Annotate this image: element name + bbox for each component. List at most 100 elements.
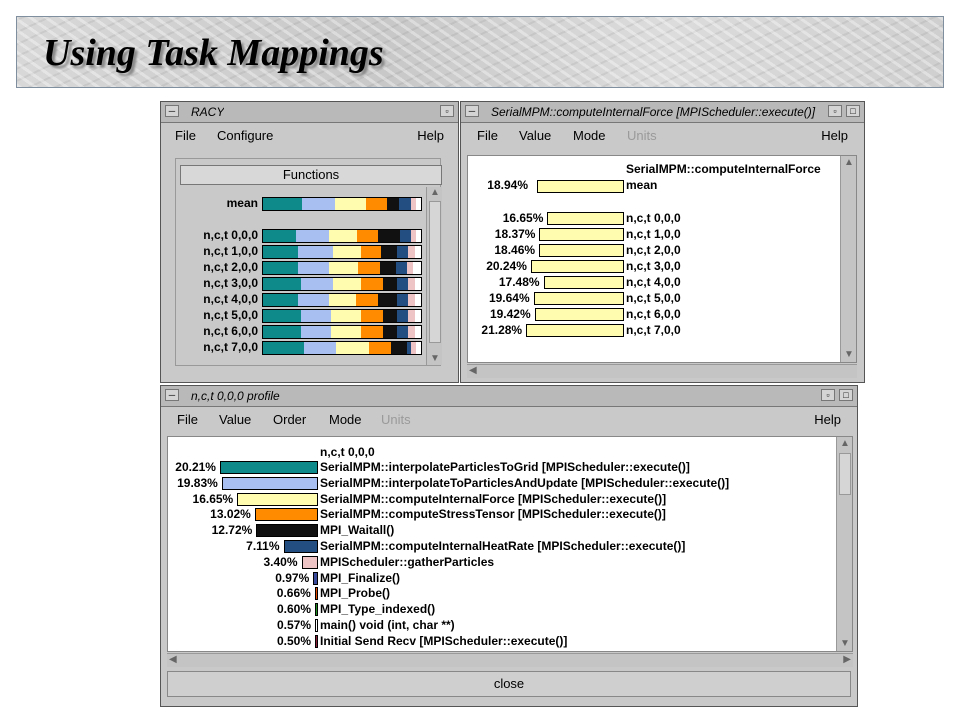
profile-row-label: main() void (int, char **)	[320, 618, 455, 632]
racy-bar-segment	[263, 230, 296, 242]
profile-scrollbar[interactable]: ▲ ▼	[836, 437, 852, 651]
function-row-bar[interactable]	[547, 212, 624, 225]
racy-stacked-bar[interactable]	[262, 197, 422, 211]
close-button[interactable]: close	[167, 671, 851, 697]
racy-stacked-bar[interactable]	[262, 229, 422, 243]
function-scrollbar[interactable]: ▲ ▼	[840, 156, 856, 362]
profile-row-percent: 0.50%	[276, 633, 311, 648]
function-row-bar[interactable]	[526, 324, 624, 337]
scroll-up-icon[interactable]: ▲	[844, 157, 854, 169]
function-titlebar[interactable]: ─ SerialMPM::computeInternalForce [MPISc…	[461, 102, 864, 123]
racy-scrollbar[interactable]: ▲ ▼	[426, 187, 442, 365]
profile-row-bar[interactable]	[219, 461, 318, 474]
profile-row-bar[interactable]	[313, 571, 318, 585]
function-row-label: n,c,t 4,0,0	[626, 275, 681, 289]
profile-row-bar[interactable]	[254, 508, 318, 522]
profile-row-bar[interactable]	[283, 540, 318, 553]
scroll-up-icon[interactable]: ▲	[430, 187, 440, 199]
racy-bar-segment	[263, 310, 301, 322]
racy-bar-segment	[329, 262, 358, 274]
scroll-down-icon[interactable]: ▼	[430, 353, 440, 365]
maximize-icon[interactable]: □	[839, 389, 853, 401]
function-row-bar[interactable]	[543, 276, 624, 289]
minimize-icon[interactable]: ▫	[821, 389, 835, 401]
profile-row-percent: 13.02%	[210, 507, 251, 522]
function-row-bar[interactable]	[539, 244, 624, 257]
racy-stacked-bar[interactable]	[262, 325, 422, 339]
profile-row-bar[interactable]	[237, 492, 318, 506]
menu-mode[interactable]: Mode	[329, 412, 362, 427]
profile-row-percent: 0.60%	[276, 602, 311, 617]
scroll-down-icon[interactable]: ▼	[840, 638, 850, 650]
menu-file[interactable]: File	[177, 412, 198, 427]
function-row-bar[interactable]	[539, 228, 624, 241]
racy-stacked-bar[interactable]	[262, 341, 422, 355]
scroll-thumb[interactable]	[429, 201, 441, 343]
racy-bar-segment	[395, 262, 407, 274]
function-hscrollbar[interactable]: ◀	[467, 364, 857, 378]
profile-bar-list: 20.21% SerialMPM::interpolateParticlesToG…	[168, 437, 836, 651]
profile-row-bar[interactable]	[221, 476, 318, 490]
window-menu-icon[interactable]: ─	[165, 105, 179, 117]
racy-stacked-bar[interactable]	[262, 293, 422, 307]
function-row-percent: 21.28%	[481, 323, 523, 337]
racy-bar-segment	[379, 262, 396, 274]
profile-hscrollbar[interactable]: ◀ ▶	[167, 653, 853, 667]
racy-bar-segment	[330, 310, 361, 322]
profile-row-bar[interactable]	[256, 524, 318, 538]
racy-bar-segment	[383, 310, 398, 322]
function-row-bar[interactable]	[533, 292, 624, 305]
menu-value[interactable]: Value	[519, 128, 551, 143]
racy-stacked-bar[interactable]	[262, 277, 422, 291]
racy-stacked-bar[interactable]	[262, 245, 422, 259]
profile-row-bar[interactable]	[301, 555, 318, 569]
profile-row-bar[interactable]	[315, 634, 318, 648]
menu-file[interactable]: File	[175, 128, 196, 143]
minimize-icon[interactable]: ▫	[828, 105, 842, 117]
menu-help[interactable]: Help	[821, 128, 848, 143]
profile-row-percent: 12.72%	[211, 523, 253, 538]
menu-mode[interactable]: Mode	[573, 128, 606, 143]
function-row-percent: 18.37%	[494, 227, 536, 241]
menu-help[interactable]: Help	[417, 128, 444, 143]
profile-row-bar[interactable]	[315, 603, 318, 617]
slide-banner: Using Task Mappings	[16, 16, 944, 88]
menu-configure[interactable]: Configure	[217, 128, 273, 143]
scroll-up-icon[interactable]: ▲	[840, 438, 850, 450]
menu-help[interactable]: Help	[814, 412, 841, 427]
menu-file[interactable]: File	[477, 128, 498, 143]
racy-row-label: mean	[226, 196, 258, 210]
scroll-thumb[interactable]	[839, 453, 851, 495]
racy-stacked-bar[interactable]	[262, 261, 422, 275]
scroll-left-icon[interactable]: ◀	[169, 654, 177, 666]
profile-row-bar[interactable]	[314, 587, 318, 601]
window-menu-icon[interactable]: ─	[165, 389, 179, 401]
minimize-icon[interactable]: ▫	[440, 105, 454, 117]
profile-row-label: SerialMPM::computeInternalHeatRate [MPIS…	[320, 539, 686, 553]
racy-stacked-bar[interactable]	[262, 309, 422, 323]
scroll-right-icon[interactable]: ▶	[843, 654, 851, 666]
racy-bar-segment	[330, 326, 361, 338]
menu-value[interactable]: Value	[219, 412, 251, 427]
racy-bar-segment	[335, 342, 369, 354]
racy-bar-segment	[263, 246, 298, 258]
racy-row-label: n,c,t 4,0,0	[203, 292, 258, 306]
maximize-icon[interactable]: □	[846, 105, 860, 117]
racy-bar-segment	[414, 278, 421, 290]
racy-titlebar[interactable]: ─ RACY ▫	[161, 102, 458, 123]
function-row-bar[interactable]	[530, 260, 624, 273]
function-row-bar[interactable]	[534, 308, 624, 321]
function-row-percent: 19.42%	[489, 307, 531, 321]
scroll-down-icon[interactable]: ▼	[844, 349, 854, 361]
racy-bar-list: mean n,c,t 0,0,0 n,c,t 1,0,0 n,c,t 2,0,0 n,c…	[176, 159, 426, 367]
scroll-left-icon[interactable]: ◀	[469, 365, 477, 377]
profile-titlebar[interactable]: ─ n,c,t 0,0,0 profile ▫ □	[161, 386, 857, 407]
racy-bar-segment	[399, 198, 411, 210]
menu-order[interactable]: Order	[273, 412, 306, 427]
racy-bar-segment	[356, 230, 379, 242]
profile-row-bar[interactable]	[315, 619, 318, 632]
racy-bar-segment	[414, 326, 421, 338]
racy-bar-segment	[360, 278, 384, 290]
function-row-label: n,c,t 0,0,0	[626, 211, 681, 225]
window-menu-icon[interactable]: ─	[465, 105, 479, 117]
